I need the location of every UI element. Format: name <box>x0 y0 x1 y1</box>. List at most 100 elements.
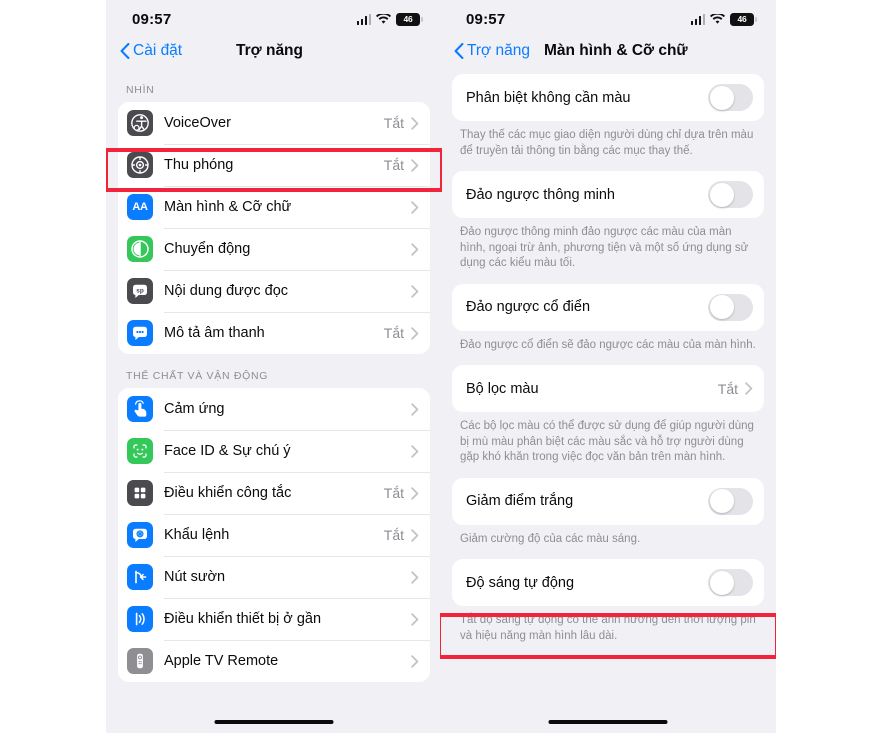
list-item-display-text-size[interactable]: AA Màn hình & Cỡ chữ <box>118 186 430 228</box>
toggle-switch[interactable] <box>708 487 753 515</box>
vision-card: VoiceOver Tắt Thu phóng Tắt AA Màn hình … <box>118 102 430 354</box>
toggle-switch[interactable] <box>708 181 753 208</box>
list-item-zoom[interactable]: Thu phóng Tắt <box>118 144 430 186</box>
list-item-face-id[interactable]: Face ID & Sự chú ý <box>118 430 430 472</box>
back-button-label: Cài đặt <box>133 42 183 59</box>
chevron-right-icon <box>411 654 419 668</box>
list-item-value: Tắt <box>383 157 404 173</box>
svg-text:sp: sp <box>136 288 144 295</box>
list-item-spoken-content[interactable]: sp Nội dung được đọc <box>118 270 430 312</box>
setting-card-classic-invert: Đảo ngược cổ điển <box>452 283 764 331</box>
toggle-switch[interactable] <box>708 84 753 111</box>
list-item-value: Tắt <box>383 325 404 341</box>
setting-footnote: Đảo ngược cổ điển sẽ đảo ngược các màu c… <box>460 338 756 351</box>
toggle-row-differentiate-without-color[interactable]: Phân biệt không cần màu <box>452 74 764 121</box>
switch-control-icon <box>127 480 153 506</box>
setting-footnote: Thay thế các mục giao diện người dùng ch… <box>460 129 754 157</box>
toggle-knob <box>709 295 734 319</box>
list-item-voiceover[interactable]: VoiceOver Tắt <box>118 102 430 144</box>
list-item-nearby-device-control[interactable]: Điều khiển thiết bị ở gần <box>118 598 430 640</box>
nearby-device-icon <box>127 606 153 632</box>
status-bar-left: 09:57 46 <box>106 0 442 34</box>
toggle-row-auto-brightness[interactable]: Độ sáng tự động <box>452 559 764 606</box>
wifi-icon <box>710 13 725 25</box>
status-bar-indicators: 46 <box>690 12 757 26</box>
setting-value: Tắt <box>717 380 738 397</box>
battery-icon: 46 <box>730 12 757 26</box>
toggle-row-smart-invert[interactable]: Đảo ngược thông minh <box>452 171 764 218</box>
nav-bar-right: Trợ năng Màn hình & Cỡ chữ <box>440 34 776 68</box>
chevron-right-icon <box>411 486 419 500</box>
nav-bar-left: Cài đặt Trợ năng <box>106 34 442 68</box>
chevron-right-icon <box>411 326 419 340</box>
physical-motor-card: Cảm ứng Face ID & Sự chú ý Điều khiển cô… <box>118 388 430 682</box>
toggle-switch[interactable] <box>708 569 753 596</box>
setting-footnote: Giảm cường độ của các màu sáng. <box>460 532 641 545</box>
setting-card-color-filters: Bộ lọc màu Tắt <box>452 365 764 412</box>
chevron-left-icon <box>454 42 464 60</box>
battery-icon: 46 <box>396 12 423 26</box>
cellular-bars-icon <box>690 13 705 25</box>
list-item-label: Điều khiển thiết bị ở gần <box>164 611 322 627</box>
back-button-accessibility[interactable]: Trợ năng <box>454 42 530 60</box>
toggle-knob <box>709 85 734 110</box>
setting-label: Bộ lọc màu <box>466 380 539 397</box>
list-item-value: Tắt <box>383 527 404 543</box>
left-settings-list[interactable]: NHÌN VoiceOver Tắt Thu phóng Tắt AA Màn … <box>106 68 442 733</box>
list-item-voice-control[interactable]: Khẩu lệnh Tắt <box>118 514 430 556</box>
toggle-row-reduce-white-point[interactable]: Giảm điểm trắng <box>452 478 764 525</box>
list-item-switch-control[interactable]: Điều khiển công tắc Tắt <box>118 472 430 514</box>
chevron-right-icon <box>411 444 419 458</box>
status-bar-indicators: 46 <box>356 12 423 26</box>
list-item-label: Chuyển động <box>164 241 251 257</box>
screenshot-stage: 09:57 46 Cài đặt Trợ năng NHÌN VoiceOver… <box>0 0 880 733</box>
zoom-icon <box>127 152 153 178</box>
setting-label: Đảo ngược thông minh <box>466 186 615 203</box>
list-item-label: Khẩu lệnh <box>164 527 230 543</box>
list-item-motion[interactable]: Chuyển động <box>118 228 430 270</box>
chevron-right-icon <box>745 382 753 395</box>
list-item-label: Face ID & Sự chú ý <box>164 443 291 459</box>
left-phone-screen: 09:57 46 Cài đặt Trợ năng NHÌN VoiceOver… <box>106 0 442 733</box>
cellular-bars-icon <box>356 13 371 25</box>
battery-level: 46 <box>403 13 413 24</box>
chevron-right-icon <box>411 402 419 416</box>
voiceover-icon <box>127 110 153 136</box>
chevron-right-icon <box>411 116 419 130</box>
status-bar-time: 09:57 <box>466 10 506 28</box>
setting-card-reduce-white-point: Giảm điểm trắng <box>452 477 764 525</box>
chevron-right-icon <box>411 242 419 256</box>
chevron-right-icon <box>411 528 419 542</box>
right-settings-list[interactable]: Phân biệt không cần màu Thay thế các mục… <box>440 68 776 733</box>
list-item-label: Mô tả âm thanh <box>164 325 265 341</box>
toggle-row-classic-invert[interactable]: Đảo ngược cổ điển <box>452 284 764 331</box>
list-item-label: Màn hình & Cỡ chữ <box>164 199 292 215</box>
list-item-value: Tắt <box>383 115 404 131</box>
toggle-knob <box>709 570 734 595</box>
setting-footnote: Đảo ngược thông minh đảo ngược các màu c… <box>460 226 749 269</box>
back-button-settings[interactable]: Cài đặt <box>120 42 182 60</box>
motion-icon <box>127 236 153 262</box>
right-phone-screen: 09:57 46 Trợ năng Màn hình & Cỡ chữ Phân… <box>440 0 776 733</box>
face-id-icon <box>127 438 153 464</box>
battery-level: 46 <box>737 13 747 24</box>
list-item-side-button[interactable]: Nút sườn <box>118 556 430 598</box>
setting-card-differentiate-without-color: Phân biệt không cần màu <box>452 74 764 121</box>
list-item-apple-tv-remote[interactable]: Apple TV Remote <box>118 640 430 682</box>
link-row-color-filters[interactable]: Bộ lọc màu Tắt <box>452 365 764 412</box>
list-item-value: Tắt <box>383 485 404 501</box>
setting-card-auto-brightness: Độ sáng tự động <box>452 559 764 606</box>
section-header-vision: NHÌN <box>126 84 155 96</box>
list-item-touch[interactable]: Cảm ứng <box>118 388 430 430</box>
voice-control-icon <box>127 522 153 548</box>
toggle-switch[interactable] <box>708 293 753 321</box>
chevron-right-icon <box>411 158 419 172</box>
list-item-audio-description[interactable]: Mô tả âm thanh Tắt <box>118 312 430 354</box>
page-title-left: Trợ năng <box>236 42 303 59</box>
side-button-icon <box>127 564 153 590</box>
setting-card-smart-invert: Đảo ngược thông minh <box>452 171 764 218</box>
list-item-label: Cảm ứng <box>164 401 225 417</box>
